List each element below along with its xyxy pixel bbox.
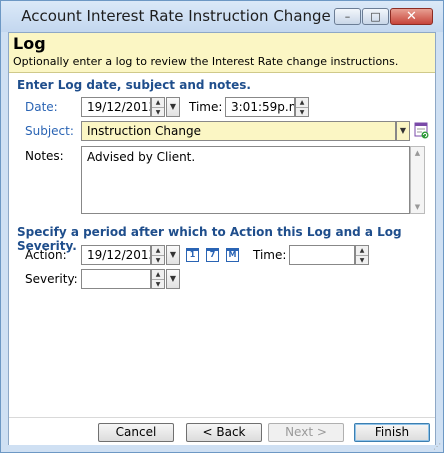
- action-date-dropdown-button[interactable]: ▼: [166, 245, 180, 265]
- minimize-button[interactable]: –: [334, 8, 361, 25]
- maximize-button[interactable]: □: [362, 8, 389, 25]
- spin-down-icon[interactable]: ▼: [152, 279, 164, 289]
- date-input[interactable]: 19/12/2013: [81, 97, 151, 117]
- next-button[interactable]: Next >: [268, 423, 344, 442]
- close-icon: ✕: [406, 9, 417, 24]
- notes-label: Notes:: [25, 149, 64, 163]
- page-header: Log Optionally enter a log to review the…: [9, 33, 435, 73]
- dialog-window: Account Interest Rate Instruction Change…: [0, 0, 444, 453]
- window-title: Account Interest Rate Instruction Change: [21, 7, 331, 25]
- subject-label: Subject:: [25, 124, 74, 138]
- date-label: Date:: [25, 100, 58, 114]
- back-button[interactable]: < Back: [186, 423, 262, 442]
- page-subtitle: Optionally enter a log to review the Int…: [13, 55, 399, 68]
- action-label: Action:: [25, 248, 67, 262]
- spin-up-icon[interactable]: ▲: [152, 246, 164, 255]
- spin-up-icon[interactable]: ▲: [296, 98, 308, 107]
- minimize-icon: –: [344, 10, 351, 23]
- title-bar[interactable]: Account Interest Rate Instruction Change…: [1, 1, 443, 32]
- spin-down-icon[interactable]: ▼: [152, 107, 164, 117]
- action-date-input[interactable]: 19/12/2013: [81, 245, 151, 265]
- spin-down-icon[interactable]: ▼: [296, 107, 308, 117]
- chevron-down-icon: ▼: [169, 102, 177, 111]
- chevron-down-icon: ▼: [399, 126, 407, 135]
- notes-scrollbar[interactable]: ▲ ▼: [410, 146, 425, 214]
- severity-input[interactable]: [81, 269, 151, 289]
- time-input[interactable]: 3:01:59p.m.: [225, 97, 295, 117]
- time-label: Time:: [189, 100, 223, 114]
- spin-up-icon[interactable]: ▲: [152, 98, 164, 107]
- spin-down-icon[interactable]: ▼: [152, 255, 164, 265]
- maximize-icon: □: [370, 10, 381, 23]
- time-spinner[interactable]: ▲ ▼: [295, 97, 309, 117]
- spin-up-icon[interactable]: ▲: [356, 246, 368, 255]
- spin-down-icon[interactable]: ▼: [356, 255, 368, 265]
- action-date-spinner[interactable]: ▲ ▼: [151, 245, 165, 265]
- resize-grip-icon[interactable]: ⋰: [433, 442, 443, 452]
- subject-input[interactable]: Instruction Change: [81, 121, 396, 141]
- action-time-spinner[interactable]: ▲ ▼: [355, 245, 369, 265]
- one-week-calendar-icon[interactable]: 7: [206, 248, 219, 262]
- chevron-down-icon: ▼: [169, 250, 177, 259]
- scroll-down-icon[interactable]: ▼: [411, 203, 424, 211]
- severity-spinner[interactable]: ▲ ▼: [151, 269, 165, 289]
- finish-button[interactable]: Finish: [354, 423, 430, 442]
- severity-dropdown-button[interactable]: ▼: [166, 269, 180, 289]
- chevron-down-icon: ▼: [169, 274, 177, 283]
- one-month-calendar-icon[interactable]: M: [226, 248, 239, 262]
- page-title: Log: [13, 34, 46, 53]
- one-day-calendar-icon[interactable]: 1: [186, 248, 199, 262]
- subject-dropdown-button[interactable]: ▼: [396, 121, 410, 141]
- calendar-refresh-icon[interactable]: [414, 122, 429, 139]
- spin-up-icon[interactable]: ▲: [152, 270, 164, 279]
- cancel-button[interactable]: Cancel: [98, 423, 174, 442]
- log-section-heading: Enter Log date, subject and notes.: [17, 78, 251, 92]
- action-time-input[interactable]: [289, 245, 355, 265]
- button-bar: Cancel < Back Next > Finish: [9, 417, 435, 445]
- date-spinner[interactable]: ▲ ▼: [151, 97, 165, 117]
- severity-label: Severity:: [25, 272, 78, 286]
- action-time-label: Time:: [253, 248, 287, 262]
- scroll-up-icon[interactable]: ▲: [411, 149, 424, 157]
- dialog-body: Log Optionally enter a log to review the…: [8, 32, 436, 445]
- notes-textarea[interactable]: Advised by Client.: [81, 146, 410, 214]
- date-dropdown-button[interactable]: ▼: [166, 97, 180, 117]
- close-button[interactable]: ✕: [390, 8, 433, 25]
